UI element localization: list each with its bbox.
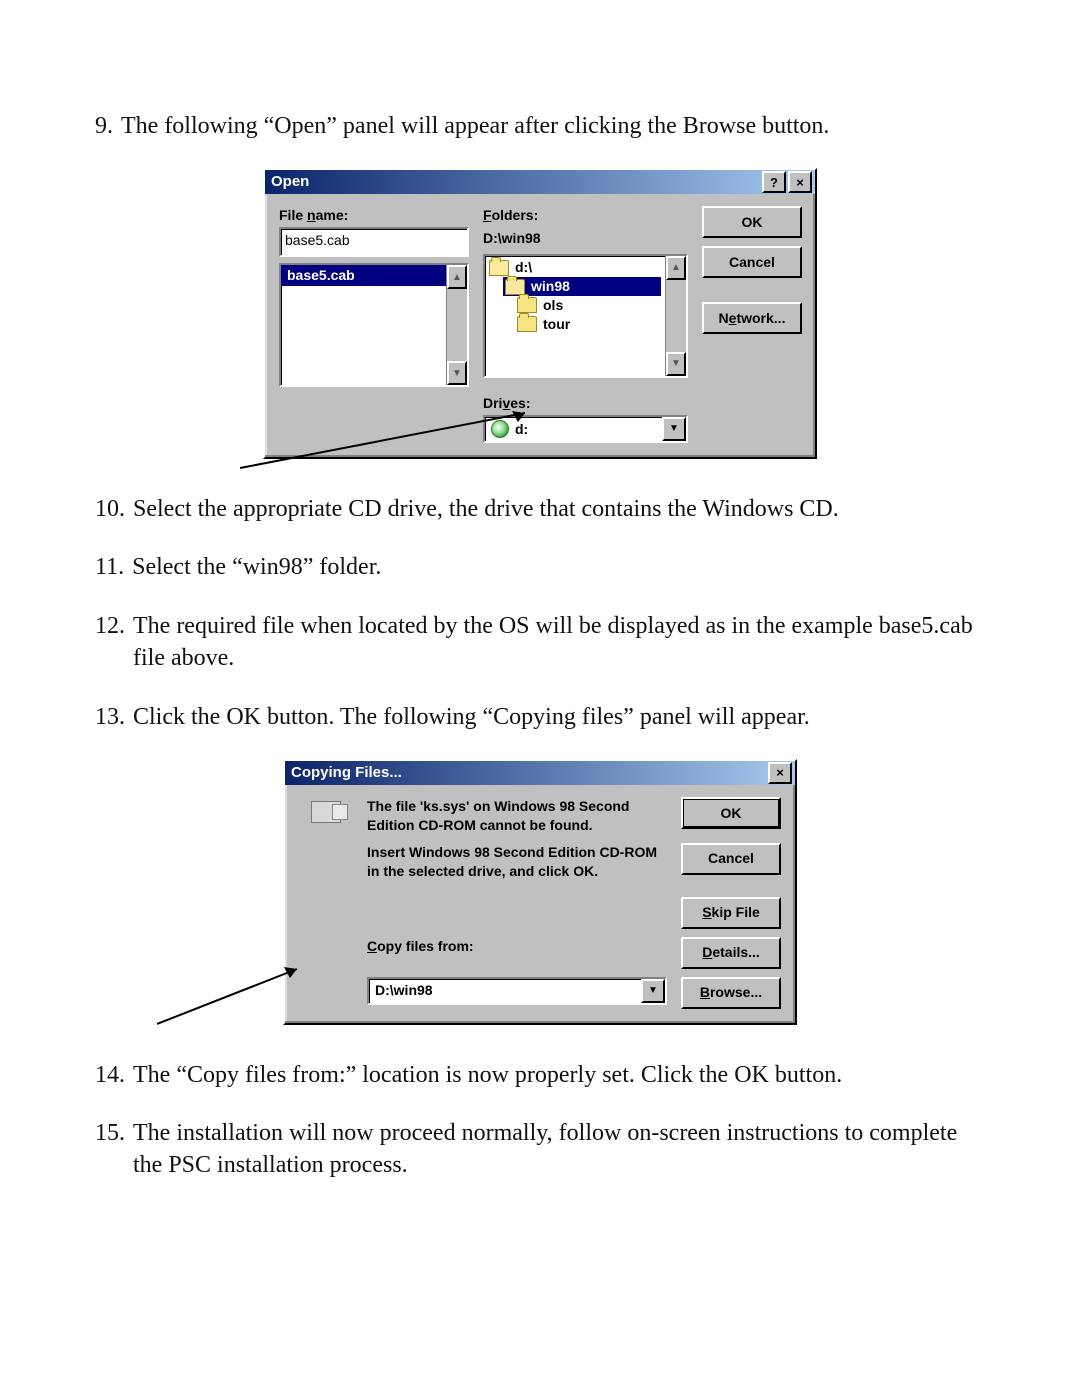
instruction-item: 10. Select the appropriate CD drive, the… [95, 493, 985, 525]
cancel-button[interactable]: Cancel [681, 843, 781, 875]
file-list-scrollbar[interactable]: ▲ ▼ [446, 265, 467, 385]
close-icon[interactable]: × [768, 762, 792, 784]
close-icon[interactable]: × [788, 171, 812, 193]
file-name-label: File name: [279, 206, 469, 225]
instruction-item: 12. The required file when located by th… [95, 610, 985, 675]
copying-msg-1: The file 'ks.sys' on Windows 98 Second E… [367, 797, 667, 835]
scroll-down-icon[interactable]: ▼ [666, 352, 686, 376]
step-number: 11. [95, 551, 124, 583]
step-number: 14. [95, 1059, 125, 1091]
chevron-down-icon[interactable]: ▼ [641, 979, 665, 1003]
file-list-item-selected[interactable]: base5.cab [281, 265, 446, 286]
open-dialog-title: Open [271, 172, 309, 192]
open-folder-icon [505, 279, 525, 295]
ok-button[interactable]: OK [681, 797, 781, 829]
copying-dialog-titlebar: Copying Files... × [285, 761, 795, 785]
folder-icon [517, 316, 537, 332]
instruction-item: 14. The “Copy files from:” location is n… [95, 1059, 985, 1091]
folders-label: Folders: [483, 206, 688, 225]
file-list[interactable]: base5.cab ▲ ▼ [279, 263, 469, 387]
open-dialog-figure: Open ? × File name: [95, 168, 985, 459]
instruction-list: 9. The following “Open” panel will appea… [95, 110, 985, 1182]
disk-icon [311, 801, 341, 823]
copying-dialog-title: Copying Files... [291, 763, 402, 783]
cd-drive-icon [491, 420, 509, 438]
step-text: Click the OK button. The following “Copy… [133, 701, 985, 733]
step-number: 10. [95, 493, 125, 525]
copying-dialog-figure: Copying Files... × The file 'ks.sys' on … [95, 759, 985, 1025]
file-name-input[interactable]: base5.cab [279, 227, 469, 257]
ok-button[interactable]: OK [702, 206, 802, 238]
network-button[interactable]: Network... [702, 302, 802, 334]
step-text: Select the “win98” folder. [132, 551, 985, 583]
drives-label: Drives: [483, 394, 688, 413]
chevron-down-icon[interactable]: ▼ [662, 417, 686, 441]
drives-dropdown[interactable]: d: ▼ [483, 415, 688, 443]
document-page: 9. The following “Open” panel will appea… [0, 0, 1080, 1397]
instruction-item: 11. Select the “win98” folder. [95, 551, 985, 583]
folder-tree-child[interactable]: ols [517, 296, 661, 315]
folder-icon [517, 297, 537, 313]
open-dialog-titlebar: Open ? × [265, 170, 815, 194]
instruction-item: 13. Click the OK button. The following “… [95, 701, 985, 733]
step-text: The installation will now proceed normal… [133, 1117, 985, 1182]
copying-dialog-window: Copying Files... × The file 'ks.sys' on … [283, 759, 797, 1025]
scroll-up-icon[interactable]: ▲ [666, 256, 686, 280]
cancel-button[interactable]: Cancel [702, 246, 802, 278]
folder-tree[interactable]: d:\ win98 ols [483, 254, 688, 378]
details-button[interactable]: Details... [681, 937, 781, 969]
help-icon[interactable]: ? [762, 171, 786, 193]
folder-tree-scrollbar[interactable]: ▲ ▼ [665, 256, 686, 376]
step-text: Select the appropriate CD drive, the dri… [133, 493, 985, 525]
step-number: 15. [95, 1117, 125, 1182]
copy-from-dropdown[interactable]: D:\win98 ▼ [367, 977, 667, 1005]
scroll-up-icon[interactable]: ▲ [447, 265, 467, 289]
step-number: 9. [95, 110, 113, 142]
folder-tree-selected[interactable]: win98 [503, 277, 661, 296]
step-number: 13. [95, 701, 125, 733]
browse-button[interactable]: Browse... [681, 977, 781, 1009]
folders-path: D:\win98 [483, 229, 688, 248]
instruction-item: 9. The following “Open” panel will appea… [95, 110, 985, 142]
open-folder-icon [489, 260, 509, 276]
skip-file-button[interactable]: Skip File [681, 897, 781, 929]
copy-from-label: Copy files from: [367, 937, 667, 969]
step-text: The required file when located by the OS… [133, 610, 985, 675]
step-text: The “Copy files from:” location is now p… [133, 1059, 985, 1091]
step-text: The following “Open” panel will appear a… [121, 110, 985, 142]
step-number: 12. [95, 610, 125, 675]
open-dialog-window: Open ? × File name: [263, 168, 817, 459]
scroll-down-icon[interactable]: ▼ [447, 361, 467, 385]
instruction-item: 15. The installation will now proceed no… [95, 1117, 985, 1182]
copying-msg-2: Insert Windows 98 Second Edition CD-ROM … [367, 843, 667, 881]
folder-tree-root[interactable]: d:\ [489, 258, 661, 277]
folder-tree-child[interactable]: tour [517, 315, 661, 334]
